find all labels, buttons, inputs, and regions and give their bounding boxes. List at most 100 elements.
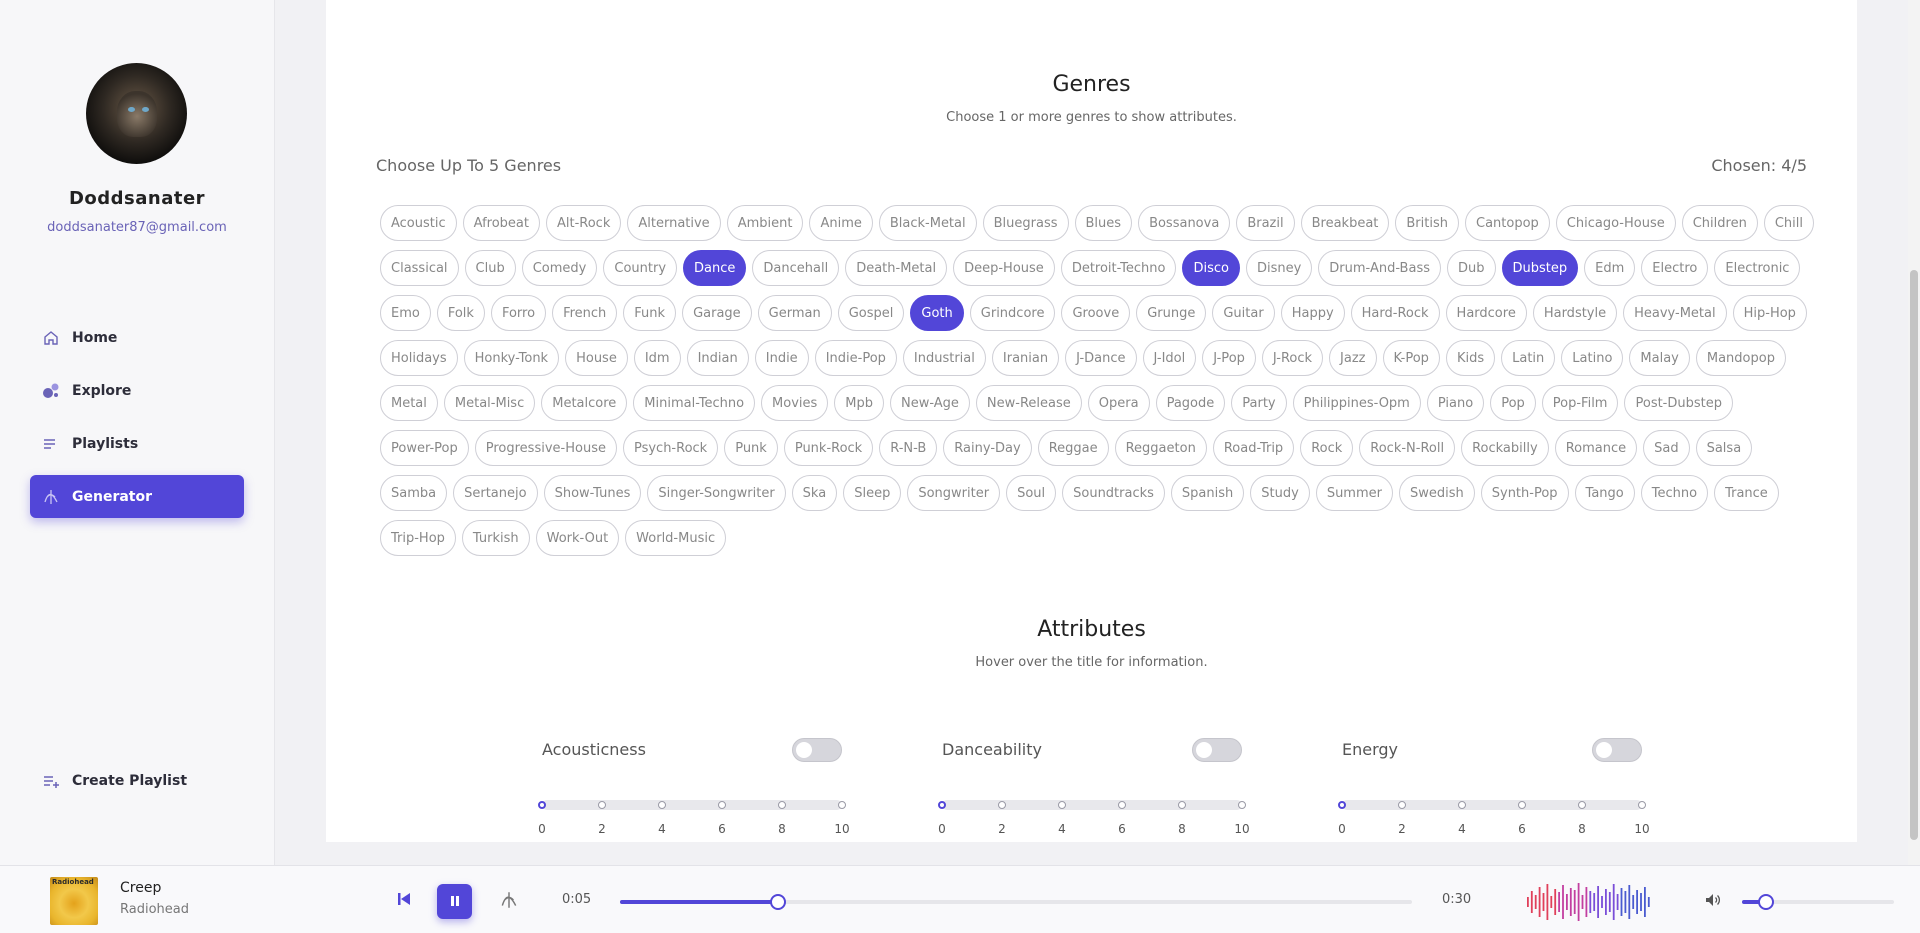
genre-chip[interactable]: Study <box>1250 475 1310 511</box>
genre-chip[interactable]: Gospel <box>837 295 905 331</box>
genre-chip[interactable]: Metalcore <box>541 385 628 421</box>
nav-playlists[interactable]: Playlists <box>30 422 244 465</box>
genre-chip[interactable]: Garage <box>682 295 752 331</box>
genre-chip[interactable]: Movies <box>761 385 829 421</box>
genre-chip[interactable]: Hardcore <box>1445 295 1527 331</box>
genre-chip[interactable]: Tango <box>1574 475 1635 511</box>
genre-chip[interactable]: Comedy <box>521 250 598 286</box>
genre-chip[interactable]: J-Rock <box>1261 340 1324 376</box>
genre-chip[interactable]: Sad <box>1643 430 1690 466</box>
genre-chip[interactable]: J-Pop <box>1202 340 1256 376</box>
genre-chip[interactable]: Dance <box>683 250 747 286</box>
attribute-toggle[interactable] <box>1592 738 1642 762</box>
genre-chip[interactable]: Soul <box>1006 475 1057 511</box>
slider-handle[interactable] <box>1338 801 1346 809</box>
genre-chip[interactable]: Chicago-House <box>1555 205 1676 241</box>
genre-chip[interactable]: Dubstep <box>1501 250 1579 286</box>
scrollbar-thumb[interactable] <box>1910 270 1918 840</box>
attribute-slider[interactable]: 0 2 4 6 8 10 <box>538 800 850 836</box>
volume-button[interactable] <box>1702 891 1724 913</box>
genre-chip[interactable]: Progressive-House <box>474 430 617 466</box>
genre-chip[interactable]: Idm <box>633 340 681 376</box>
genre-chip[interactable]: Black-Metal <box>878 205 977 241</box>
attribute-toggle[interactable] <box>792 738 842 762</box>
genre-chip[interactable]: Salsa <box>1695 430 1753 466</box>
genre-chip[interactable]: R-N-B <box>879 430 938 466</box>
genre-chip[interactable]: French <box>552 295 618 331</box>
genre-chip[interactable]: Party <box>1231 385 1287 421</box>
genre-chip[interactable]: Honky-Tonk <box>463 340 560 376</box>
genre-chip[interactable]: Industrial <box>902 340 986 376</box>
attribute-name[interactable]: Danceability <box>942 740 1042 759</box>
genre-chip[interactable]: Piano <box>1426 385 1485 421</box>
genre-chip[interactable]: Sertanejo <box>453 475 538 511</box>
genre-chip[interactable]: Romance <box>1554 430 1638 466</box>
genre-chip[interactable]: Trip-Hop <box>380 520 456 556</box>
genre-chip[interactable]: Disney <box>1245 250 1313 286</box>
track-artist[interactable]: Radiohead <box>120 902 189 917</box>
attribute-name[interactable]: Energy <box>1342 740 1398 759</box>
genre-chip[interactable]: Edm <box>1584 250 1636 286</box>
genre-chip[interactable]: Acoustic <box>380 205 457 241</box>
genre-chip[interactable]: Grindcore <box>969 295 1056 331</box>
genre-chip[interactable]: Disco <box>1182 250 1240 286</box>
genre-chip[interactable]: Funk <box>623 295 677 331</box>
genre-chip[interactable]: Country <box>603 250 678 286</box>
genre-chip[interactable]: New-Release <box>975 385 1082 421</box>
genre-chip[interactable]: Dancehall <box>752 250 840 286</box>
genre-chip[interactable]: Malay <box>1629 340 1690 376</box>
nav-home[interactable]: Home <box>30 316 244 359</box>
genre-chip[interactable]: Punk-Rock <box>783 430 874 466</box>
genre-chip[interactable]: Punk <box>724 430 778 466</box>
genre-chip[interactable]: Detroit-Techno <box>1060 250 1177 286</box>
genre-chip[interactable]: Emo <box>380 295 431 331</box>
genre-chip[interactable]: German <box>757 295 832 331</box>
genre-chip[interactable]: Iranian <box>991 340 1060 376</box>
genre-chip[interactable]: Show-Tunes <box>543 475 642 511</box>
genre-chip[interactable]: Indie <box>754 340 809 376</box>
pause-button[interactable] <box>437 884 472 919</box>
genre-chip[interactable]: Power-Pop <box>380 430 469 466</box>
genre-chip[interactable]: Guitar <box>1212 295 1275 331</box>
genre-chip[interactable]: Swedish <box>1398 475 1475 511</box>
genre-chip[interactable]: Work-Out <box>535 520 620 556</box>
genre-chip[interactable]: Mpb <box>834 385 885 421</box>
genre-chip[interactable]: Electro <box>1641 250 1709 286</box>
genre-chip[interactable]: Techno <box>1640 475 1709 511</box>
genre-chip[interactable]: Mandopop <box>1695 340 1786 376</box>
genre-chip[interactable]: Ambient <box>726 205 804 241</box>
genre-chip[interactable]: Samba <box>380 475 448 511</box>
genre-chip[interactable]: Death-Metal <box>845 250 948 286</box>
genre-chip[interactable]: J-Idol <box>1142 340 1197 376</box>
genre-chip[interactable]: Latin <box>1501 340 1556 376</box>
genre-chip[interactable]: Brazil <box>1236 205 1295 241</box>
genre-chip[interactable]: Indie-Pop <box>814 340 897 376</box>
generate-button[interactable] <box>497 890 521 914</box>
attribute-toggle[interactable] <box>1192 738 1242 762</box>
attribute-slider[interactable]: 0 2 4 6 8 10 <box>938 800 1250 836</box>
avatar[interactable] <box>86 63 187 164</box>
genre-chip[interactable]: Psych-Rock <box>622 430 719 466</box>
genre-chip[interactable]: Happy <box>1280 295 1345 331</box>
slider-track[interactable] <box>542 800 842 810</box>
genre-chip[interactable]: Post-Dubstep <box>1624 385 1733 421</box>
genre-chip[interactable]: Hardstyle <box>1532 295 1618 331</box>
genre-chip[interactable]: Drum-And-Bass <box>1318 250 1441 286</box>
genre-chip[interactable]: Goth <box>910 295 964 331</box>
genre-chip[interactable]: Reggae <box>1037 430 1109 466</box>
genre-chip[interactable]: Metal <box>380 385 438 421</box>
genre-chip[interactable]: Ska <box>791 475 838 511</box>
genre-chip[interactable]: Anime <box>809 205 873 241</box>
genre-chip[interactable]: British <box>1395 205 1459 241</box>
volume-handle[interactable] <box>1758 894 1775 910</box>
genre-chip[interactable]: Songwriter <box>907 475 1001 511</box>
genre-chip[interactable]: Metal-Misc <box>443 385 536 421</box>
genre-chip[interactable]: Pop <box>1490 385 1536 421</box>
genre-chip[interactable]: Electronic <box>1714 250 1801 286</box>
attribute-slider[interactable]: 0 2 4 6 8 10 <box>1338 800 1650 836</box>
progress-handle[interactable] <box>770 894 787 910</box>
volume-slider[interactable] <box>1742 894 1894 910</box>
genre-chip[interactable]: World-Music <box>625 520 727 556</box>
genre-chip[interactable]: Hard-Rock <box>1350 295 1440 331</box>
genre-chip[interactable]: Latino <box>1561 340 1624 376</box>
